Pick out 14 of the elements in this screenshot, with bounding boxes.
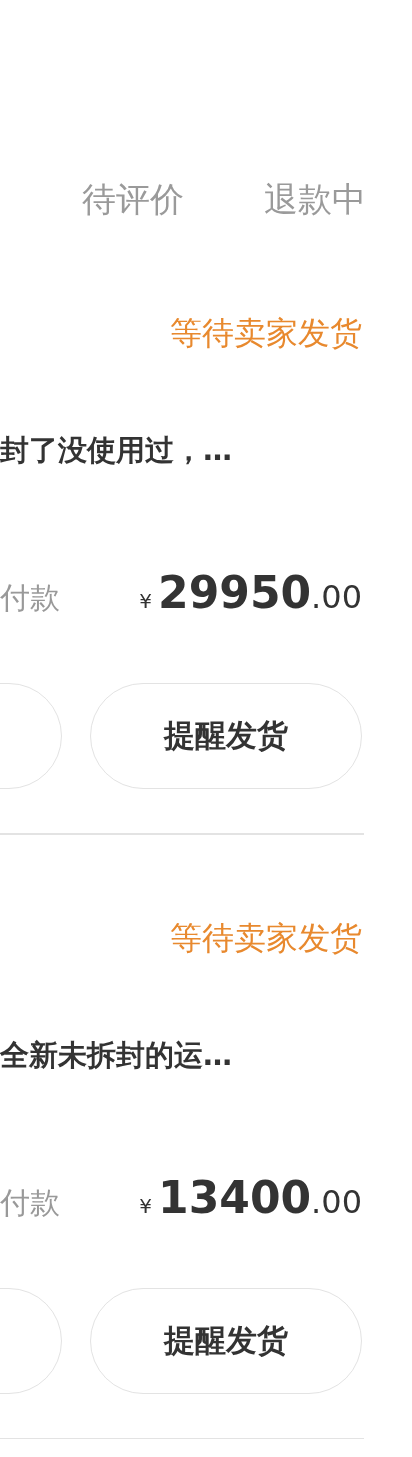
order-status: 等待卖家发货 <box>170 917 362 959</box>
price-decimal: .00 <box>311 1182 362 1221</box>
price-amount: 29950 <box>158 567 312 618</box>
price-amount: 13400 <box>158 1171 312 1223</box>
price-label: 付款 <box>0 1183 60 1222</box>
currency-symbol: ¥ <box>139 589 153 613</box>
remind-shipping-button[interactable]: 提醒发货 <box>90 1287 362 1394</box>
product-title: 全新未拆封的运… <box>0 1036 232 1074</box>
price-label: 付款 <box>0 579 60 617</box>
remind-shipping-button[interactable]: 提醒发货 <box>90 683 362 789</box>
currency-symbol: ¥ <box>139 1193 153 1218</box>
price-decimal: .00 <box>311 578 362 616</box>
order-status: 等待卖家发货 <box>170 313 362 354</box>
product-title: 封了没使用过，… <box>0 432 232 469</box>
